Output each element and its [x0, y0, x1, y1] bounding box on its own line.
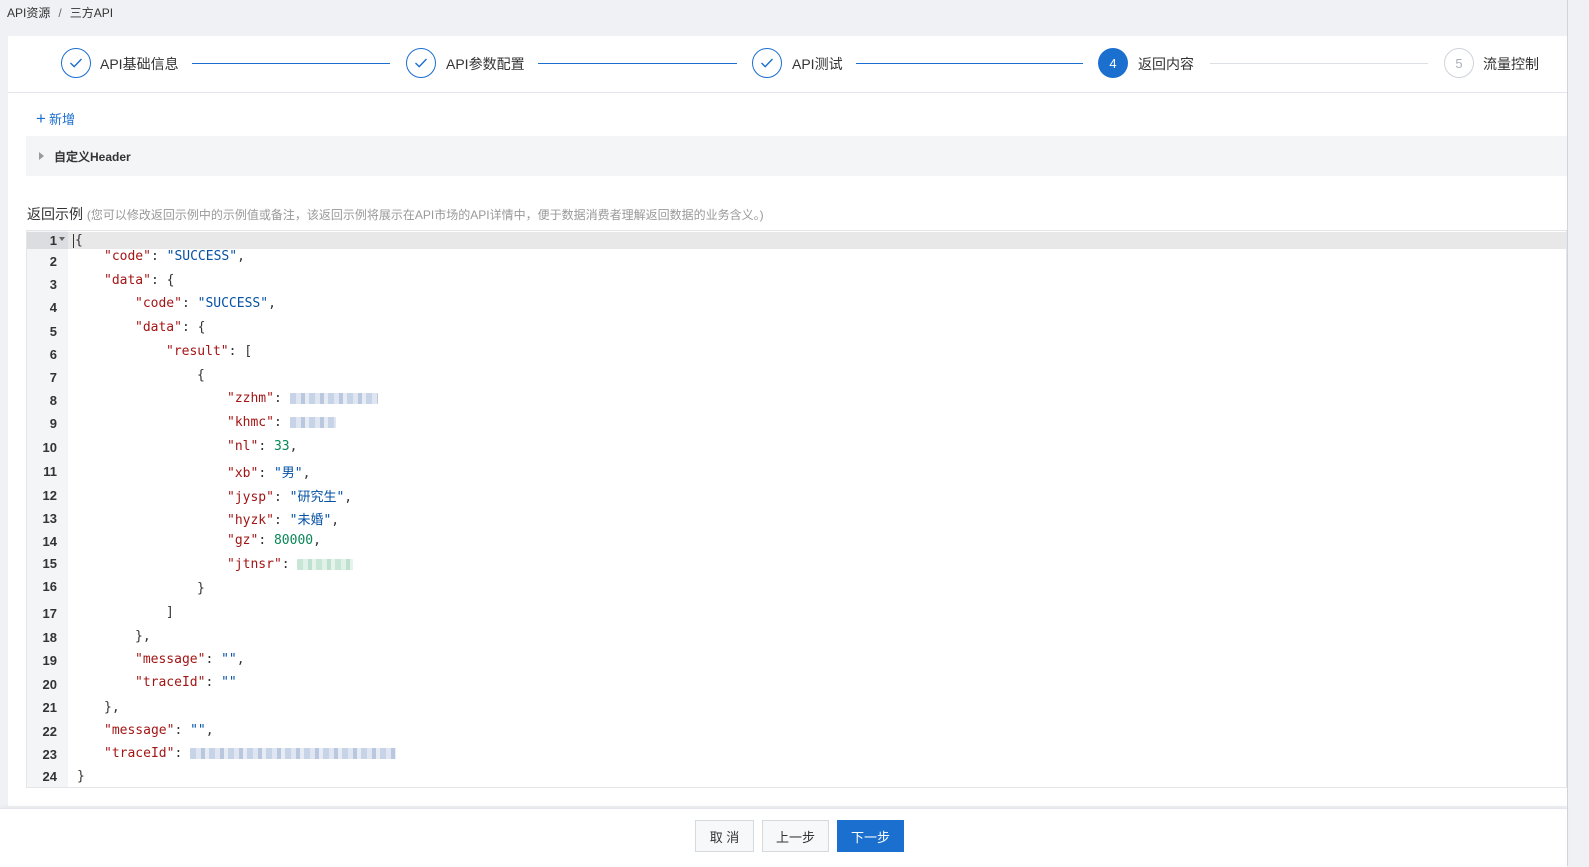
return-example-hint: (您可以修改返回示例中的示例值或备注，该返回示例将展示在API市场的API详情中… [86, 208, 764, 222]
breadcrumb-separator: / [58, 6, 62, 20]
step-connector-3 [856, 63, 1083, 64]
fold-arrow-icon[interactable] [59, 237, 65, 241]
step-3-done-circle [752, 48, 782, 78]
code-line-5: "data": { [135, 320, 206, 335]
line-number: 5 [49, 324, 57, 339]
line-number: 11 [43, 464, 57, 479]
line-number: 21 [42, 700, 57, 715]
plus-icon: + [36, 108, 46, 128]
line-number: 8 [49, 393, 57, 408]
code-line-19: "message": "", [135, 652, 245, 667]
code-line-7: { [197, 368, 205, 383]
redacted-value [190, 748, 397, 759]
line-number: 2 [49, 254, 57, 269]
return-example-heading: 返回示例 (您可以修改返回示例中的示例值或备注，该返回示例将展示在API市场的A… [27, 204, 764, 224]
code-line-14: "gz": 80000, [227, 533, 321, 548]
code-line-20: "traceId": "" [135, 675, 237, 690]
step-5-circle: 5 [1444, 48, 1474, 78]
line-number: 24 [42, 769, 57, 784]
check-icon [70, 58, 83, 68]
line-number: 7 [49, 370, 57, 385]
line-number: 3 [49, 277, 57, 292]
line-number: 4 [49, 300, 57, 315]
line-number: 19 [42, 653, 57, 668]
step-4-label: 返回内容 [1138, 56, 1194, 72]
redacted-value [297, 559, 354, 570]
code-line-6: "result": [ [166, 344, 253, 359]
custom-header-panel[interactable]: 自定义Header [26, 136, 1567, 176]
return-example-title: 返回示例 [27, 206, 83, 222]
code-line-21: }, [104, 700, 120, 715]
line-number: 23 [42, 747, 57, 762]
content-card: API基础信息 API参数配置 API测试 4 返回内容 5 流量控制 + 新增… [8, 36, 1567, 806]
step-connector-1 [192, 63, 390, 64]
custom-header-title: 自定义Header [54, 149, 131, 164]
step-1-done-circle [61, 48, 91, 78]
add-button-label: 新增 [48, 112, 75, 127]
line-number: 17 [42, 606, 57, 621]
step-connector-2 [538, 63, 737, 64]
code-line-13: "hyzk": "未婚", [227, 513, 340, 528]
line-number: 14 [42, 534, 57, 549]
code-line-12: "jysp": "研究生", [227, 490, 353, 505]
step-4-active-circle: 4 [1098, 48, 1128, 78]
code-line-3: "data": { [104, 273, 175, 288]
line-number: 6 [49, 347, 57, 362]
code-line-16: } [197, 581, 205, 596]
line-number: 13 [42, 511, 57, 526]
code-line-23: "traceId": [104, 746, 397, 761]
line-number: 9 [49, 416, 57, 431]
line-number: 15 [42, 556, 57, 571]
code-editor[interactable]: 1 2 3 4 5 6 7 8 9 10 11 12 13 14 15 16 1… [26, 230, 1567, 788]
redacted-value [289, 393, 378, 404]
code-line-4: "code": "SUCCESS", [135, 296, 276, 311]
line-number: 12 [42, 488, 57, 503]
code-line-11: "xb": "男", [227, 466, 311, 481]
window-right-border [1567, 0, 1568, 866]
breadcrumb-item-api-resource[interactable]: API资源 [7, 4, 50, 22]
step-3-label: API测试 [792, 56, 843, 72]
code-line-22: "message": "", [104, 723, 214, 738]
line-number: 16 [42, 579, 57, 594]
check-icon [761, 58, 774, 68]
cancel-button[interactable]: 取 消 [695, 820, 754, 852]
footer-bar: 取 消 上一步 下一步 [0, 808, 1567, 867]
line-number: 1 [49, 233, 57, 248]
step-5-label: 流量控制 [1483, 56, 1539, 72]
code-line-15: "jtnsr": [227, 557, 354, 572]
caret-right-icon [39, 152, 44, 160]
line-number: 18 [42, 630, 57, 645]
active-line-highlight [27, 232, 1566, 249]
code-line-1: { [73, 233, 83, 248]
code-line-24: } [77, 769, 85, 784]
code-line-8: "zzhm": [227, 391, 378, 406]
line-number: 20 [42, 677, 57, 692]
code-line-2: "code": "SUCCESS", [104, 249, 245, 264]
code-line-18: }, [135, 629, 151, 644]
text-cursor [73, 233, 74, 248]
next-step-button[interactable]: 下一步 [837, 820, 904, 852]
steps-bar: API基础信息 API参数配置 API测试 4 返回内容 5 流量控制 [8, 36, 1567, 93]
step-connector-4 [1210, 63, 1428, 64]
step-2-done-circle [406, 48, 436, 78]
breadcrumb: API资源 / 三方API [7, 4, 113, 22]
code-line-17: ] [166, 605, 174, 620]
breadcrumb-item-third-party-api: 三方API [69, 6, 114, 20]
prev-step-button[interactable]: 上一步 [762, 820, 829, 852]
line-number: 10 [42, 440, 57, 455]
step-2-label: API参数配置 [446, 56, 525, 72]
line-number: 22 [42, 724, 57, 739]
redacted-value [289, 417, 336, 428]
code-line-10: "nl": 33, [227, 439, 298, 454]
code-line-9: "khmc": [227, 415, 336, 430]
add-button[interactable]: + 新增 [36, 109, 75, 128]
step-1-label: API基础信息 [100, 56, 179, 72]
check-icon [415, 58, 428, 68]
